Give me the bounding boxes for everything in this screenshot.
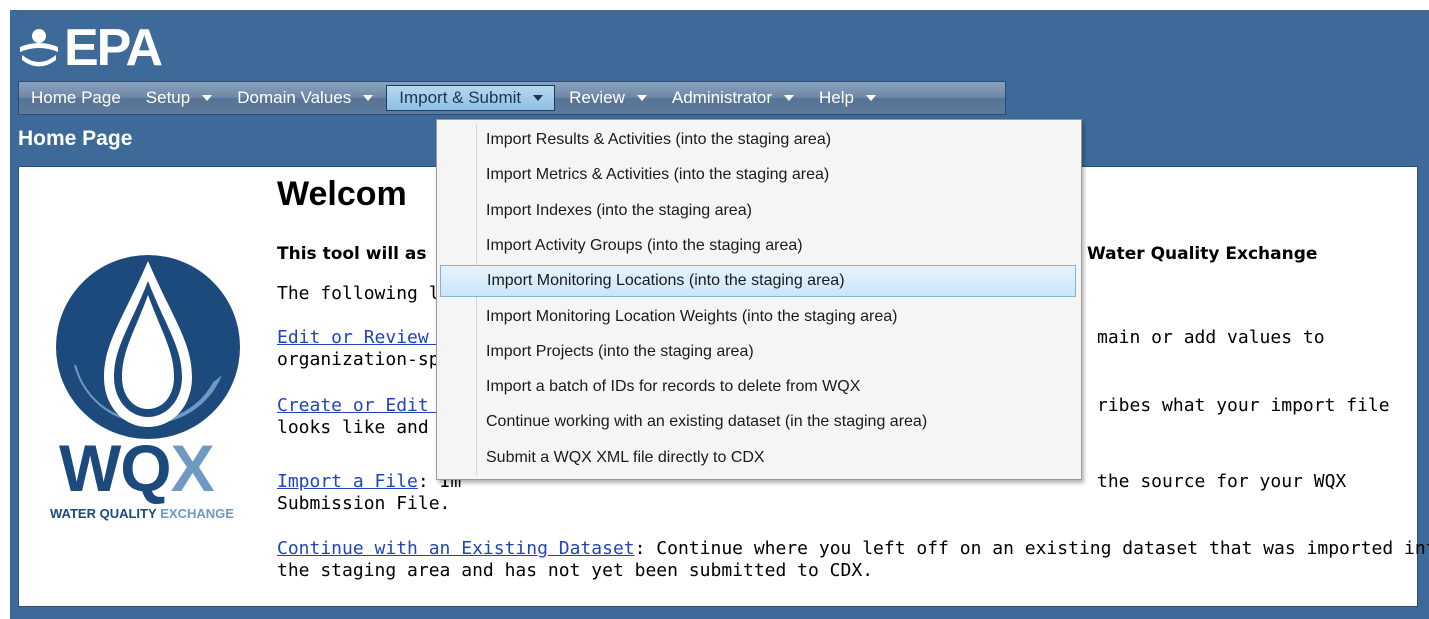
dropdown-item[interactable]: Import Projects (into the staging area)	[440, 336, 1076, 368]
create-import-config-link[interactable]: Create or Edit an	[277, 395, 461, 416]
menu-administrator[interactable]: Administrator	[660, 85, 805, 111]
dropdown-arrow-icon	[784, 95, 795, 101]
intro-text-right: Water Quality Exchange	[1087, 244, 1318, 264]
dropdown-item[interactable]: Import Results & Activities (into the st…	[440, 124, 1076, 156]
dropdown-item[interactable]: Import Indexes (into the staging area)	[440, 195, 1076, 227]
menu-label: Import & Submit	[399, 88, 522, 107]
dropdown-arrow-icon	[533, 95, 544, 101]
dropdown-arrow-icon	[865, 95, 876, 101]
import-file-link[interactable]: Import a File	[277, 471, 418, 492]
wqx-tag-a: WATER QUALITY	[50, 506, 157, 521]
dropdown-item[interactable]: Continue working with an existing datase…	[440, 406, 1076, 438]
link1-desc-right: main or add values to	[1097, 327, 1325, 348]
continue-dataset-link[interactable]: Continue with an Existing Dataset	[277, 538, 635, 559]
dropdown-arrow-icon	[202, 95, 213, 101]
intro-text: This tool will as	[277, 244, 427, 264]
dropdown-item[interactable]: Import Monitoring Locations (into the st…	[440, 265, 1076, 298]
menu-label: Review	[569, 88, 625, 107]
dropdown-item[interactable]: Import Metrics & Activities (into the st…	[440, 159, 1076, 191]
edit-domain-values-link[interactable]: Edit or Review Do	[277, 327, 461, 348]
menu-domain-values[interactable]: Domain Values	[225, 85, 384, 111]
dropdown-item[interactable]: Import Activity Groups (into the staging…	[440, 230, 1076, 262]
wqx-letter-x: X	[170, 431, 215, 505]
dropdown-item[interactable]: Import Monitoring Location Weights (into…	[440, 301, 1076, 333]
menu-label: Setup	[145, 88, 191, 107]
menu-label: Home Page	[31, 88, 121, 107]
menu-label: Domain Values	[237, 88, 352, 107]
link2-desc-right: ribes what your import file	[1097, 395, 1390, 416]
import-submit-dropdown-menu: Import Results & Activities (into the st…	[436, 119, 1082, 480]
menu-home-page[interactable]: Home Page	[19, 85, 132, 111]
epa-logo-text: EPA	[64, 19, 163, 77]
page-title: Home Page	[18, 127, 133, 150]
menu-setup[interactable]: Setup	[134, 85, 223, 111]
dropdown-item[interactable]: Submit a WQX XML file directly to CDX	[440, 442, 1076, 474]
dropdown-arrow-icon	[363, 95, 374, 101]
link2-desc-line2: looks like and h	[277, 417, 451, 438]
epa-logo-icon	[20, 29, 58, 67]
welcome-heading: Welcom	[277, 175, 407, 213]
menu-label: Administrator	[671, 88, 773, 107]
menu-review[interactable]: Review	[557, 85, 658, 111]
epa-logo[interactable]: EPA	[16, 18, 163, 78]
dropdown-item[interactable]: Import a batch of IDs for records to del…	[440, 371, 1076, 403]
wqx-logo-tagline: WATER QUALITY EXCHANGE	[50, 506, 234, 521]
menu-help[interactable]: Help	[807, 85, 887, 111]
dropdown-arrow-icon	[636, 95, 647, 101]
main-menu-bar: Home Page Setup Domain Values Import & Subm…	[18, 81, 1006, 115]
wqx-letters: WQX	[59, 431, 215, 505]
link3-desc-line2: Submission File.	[277, 493, 451, 514]
wqx-tag-b: EXCHANGE	[160, 506, 234, 521]
link1-desc-line2: organization-sp	[277, 349, 440, 370]
menu-import-submit[interactable]: Import & Submit	[386, 85, 556, 111]
link3-desc-right: the source for your WQX	[1097, 471, 1347, 492]
menu-label: Help	[819, 88, 854, 107]
link4-desc-line2: the staging area and has not yet been su…	[277, 560, 874, 581]
wqx-logo-letters: WQX	[59, 435, 215, 501]
link4-desc: : Continue where you left off on an exis…	[634, 538, 1429, 559]
